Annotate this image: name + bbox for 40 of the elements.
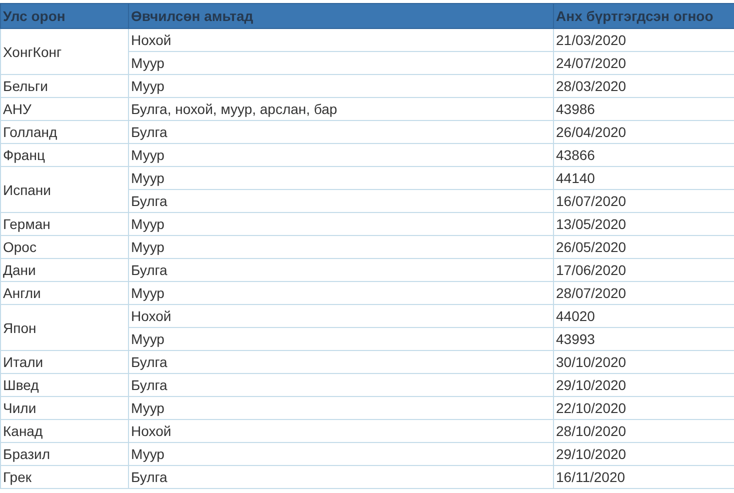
column-header: Улс орон <box>0 4 128 28</box>
column-header: Өвчилсөн амьтад <box>128 4 554 28</box>
animal-cell: Булга <box>128 190 554 212</box>
country-cell: Швед <box>0 374 128 396</box>
animal-cell: Муур <box>128 166 554 190</box>
animal-cell: Муур <box>128 52 554 74</box>
country-cell: Дани <box>0 258 128 282</box>
column-header: Анх бүртгэгдсэн огноо <box>554 4 734 28</box>
animal-cell: Булга <box>128 374 554 396</box>
country-cell: Голланд <box>0 120 128 144</box>
animal-cell: Муур <box>128 144 554 166</box>
country-cell: Япон <box>0 304 128 350</box>
animal-cell: Муур <box>128 328 554 350</box>
country-cell: Герман <box>0 212 128 236</box>
country-cell: Франц <box>0 144 128 166</box>
animal-cell: Булга <box>128 350 554 374</box>
country-cell: Грек <box>0 466 128 488</box>
country-cell: Англи <box>0 282 128 304</box>
animal-cell: Нохой <box>128 420 554 442</box>
animal-cell: Булга, нохой, муур, арслан, бар <box>128 98 554 120</box>
animal-cell: Булга <box>128 466 554 488</box>
country-cell: Чили <box>0 396 128 420</box>
animal-cell: Муур <box>128 236 554 258</box>
country-cell: Испани <box>0 166 128 212</box>
animal-cell: Муур <box>128 396 554 420</box>
animal-cell: Муур <box>128 282 554 304</box>
country-cell: Итали <box>0 350 128 374</box>
animal-cell: Муур <box>128 442 554 466</box>
country-cell: ХонгКонг <box>0 28 128 74</box>
animal-cell: Булга <box>128 120 554 144</box>
country-cell: Орос <box>0 236 128 258</box>
country-cell: Бразил <box>0 442 128 466</box>
animal-cell: Муур <box>128 74 554 98</box>
country-cell: АНУ <box>0 98 128 120</box>
animal-cell: Нохой <box>128 28 554 52</box>
country-cell: Бельги <box>0 74 128 98</box>
animal-cell: Булга <box>128 258 554 282</box>
animal-cell: Нохой <box>128 304 554 328</box>
animal-cell: Муур <box>128 212 554 236</box>
country-cell: Канад <box>0 420 128 442</box>
